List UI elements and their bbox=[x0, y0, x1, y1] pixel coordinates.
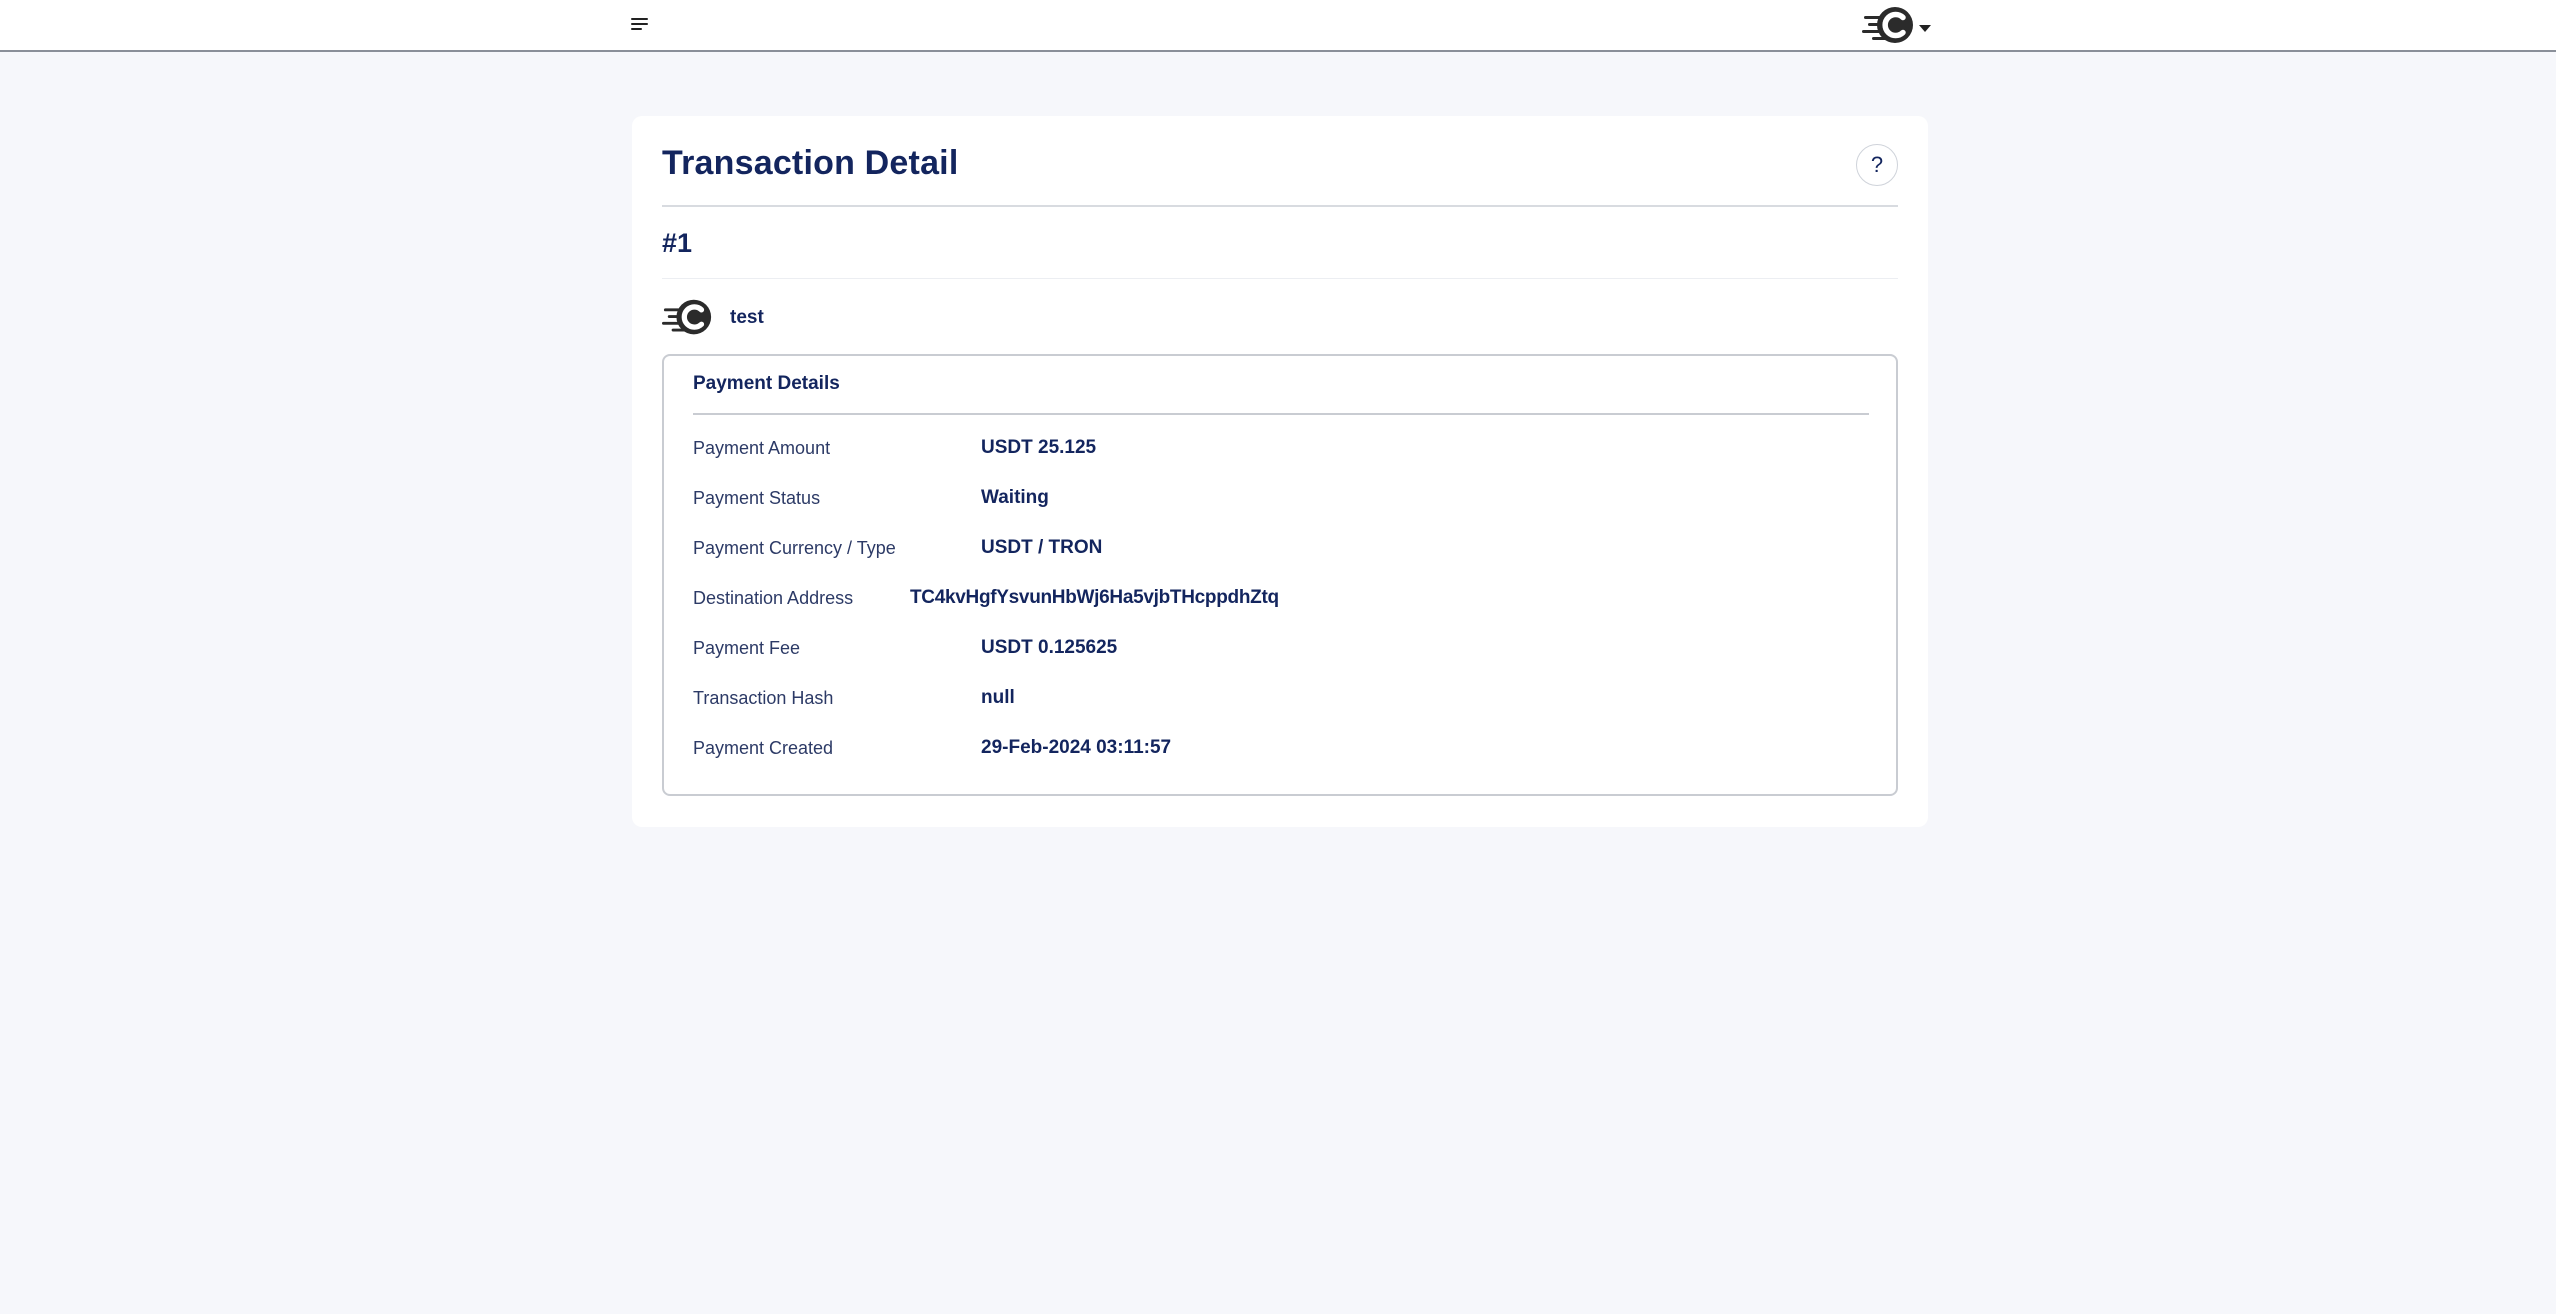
payment-fee-label: Payment Fee bbox=[693, 638, 801, 658]
top-navbar bbox=[0, 0, 2556, 52]
payment-status-label: Payment Status bbox=[693, 488, 821, 508]
divider bbox=[662, 278, 1898, 279]
hamburger-menu-icon[interactable] bbox=[628, 16, 652, 34]
transaction-hash-label: Transaction Hash bbox=[693, 688, 834, 708]
transaction-number: #1 bbox=[662, 228, 693, 258]
payment-currency-value: USDT / TRON bbox=[981, 537, 1103, 558]
caret-down-icon bbox=[1919, 25, 1931, 32]
merchant-name: test bbox=[730, 307, 764, 328]
payment-details-title: Payment Details bbox=[693, 373, 840, 394]
payment-currency-label: Payment Currency / Type bbox=[693, 538, 896, 558]
divider bbox=[693, 413, 1869, 415]
merchant-row: test bbox=[662, 296, 764, 340]
transaction-detail-card: Transaction Detail ? #1 test Payment Det… bbox=[632, 116, 1928, 827]
payment-amount-value: USDT 25.125 bbox=[981, 437, 1097, 458]
payment-status-value: Waiting bbox=[981, 487, 1049, 508]
destination-address-value: TC4kvHgfYsvunHbWj6Ha5vjbTHcppdhZtq bbox=[910, 587, 1279, 608]
destination-address-label: Destination Address bbox=[693, 588, 854, 608]
help-button[interactable]: ? bbox=[1856, 144, 1898, 186]
transaction-hash-value: null bbox=[981, 687, 1015, 708]
payment-details-panel: Payment Details Payment Amount USDT 25.1… bbox=[662, 354, 1898, 796]
payment-created-value: 29-Feb-2024 03:11:57 bbox=[981, 737, 1172, 758]
page-title: Transaction Detail bbox=[662, 144, 959, 182]
divider bbox=[662, 205, 1898, 207]
coin-logo-icon bbox=[1862, 7, 1913, 43]
account-menu[interactable] bbox=[1862, 5, 1934, 47]
payment-created-label: Payment Created bbox=[693, 738, 834, 758]
coin-logo-icon bbox=[662, 299, 712, 335]
payment-amount-label: Payment Amount bbox=[693, 438, 831, 458]
payment-fee-value: USDT 0.125625 bbox=[981, 637, 1118, 658]
